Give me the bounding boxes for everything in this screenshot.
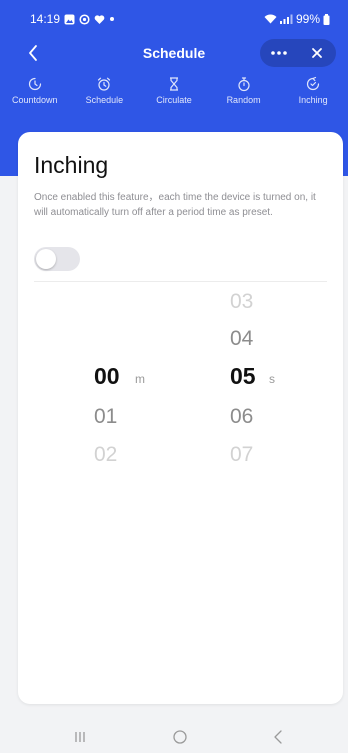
seconds-unit: s <box>269 372 275 386</box>
card-title: Inching <box>34 152 109 178</box>
more-dots-icon <box>271 51 287 55</box>
second-option-selected[interactable]: 05 <box>230 363 256 390</box>
card-description: Once enabled this feature，each time the … <box>34 192 316 218</box>
tab-inching[interactable]: Inching <box>278 76 348 116</box>
tab-inching-label: Inching <box>298 95 328 105</box>
title-bar: Schedule <box>0 38 348 68</box>
second-option[interactable]: 07 <box>230 443 253 467</box>
close-icon <box>312 48 322 58</box>
stopwatch-icon <box>237 77 250 92</box>
minute-option[interactable]: 01 <box>94 405 117 429</box>
home-button[interactable] <box>168 728 192 746</box>
minutes-picker[interactable]: 00 m 01 02 <box>94 357 164 477</box>
toggle-knob <box>36 249 56 269</box>
mode-tabs: Countdown Schedule Circulate Random Inch… <box>0 76 348 116</box>
minute-option[interactable]: 02 <box>94 443 117 467</box>
tab-schedule[interactable]: Schedule <box>70 76 140 116</box>
tab-countdown[interactable]: Countdown <box>0 76 70 116</box>
status-left: 14:19 <box>30 12 115 26</box>
tab-countdown-label: Countdown <box>12 95 58 105</box>
alarm-clock-icon <box>98 77 111 91</box>
minute-option-selected[interactable]: 00 <box>94 363 120 390</box>
divider <box>34 281 327 282</box>
tab-circulate[interactable]: Circulate <box>139 76 209 116</box>
signal-icon <box>279 14 293 24</box>
close-button[interactable] <box>298 39 336 67</box>
recent-apps-button[interactable] <box>68 728 92 746</box>
recent-apps-icon <box>75 732 85 742</box>
seconds-picker[interactable]: 03 04 05 s 06 07 <box>230 284 300 484</box>
status-time: 14:19 <box>30 12 61 26</box>
wifi-icon <box>264 14 277 24</box>
back-arrow-icon <box>274 730 282 744</box>
inching-icon <box>307 76 320 91</box>
system-back-button[interactable] <box>266 728 290 746</box>
status-bar: 14:19 99% <box>0 0 348 32</box>
mini-program-capsule <box>260 39 336 67</box>
second-option[interactable]: 06 <box>230 405 253 429</box>
tab-random[interactable]: Random <box>209 76 279 116</box>
battery-level: 99% <box>295 12 320 26</box>
heart-notification-icon <box>94 14 105 24</box>
dot-notification-icon <box>110 17 115 21</box>
minutes-unit: m <box>135 372 145 386</box>
sync-notification-icon <box>79 13 90 25</box>
second-option[interactable]: 04 <box>230 327 253 351</box>
tab-circulate-label: Circulate <box>156 95 192 105</box>
more-button[interactable] <box>260 39 298 67</box>
home-icon <box>173 730 187 744</box>
battery-icon <box>323 13 330 25</box>
system-nav-bar <box>0 718 348 753</box>
inching-card: Inching Once enabled this feature，each t… <box>18 132 343 704</box>
tab-schedule-label: Schedule <box>85 95 124 105</box>
inching-toggle[interactable] <box>34 247 80 271</box>
second-option[interactable]: 03 <box>230 290 253 314</box>
hourglass-icon <box>169 77 178 91</box>
tab-random-label: Random <box>226 95 261 105</box>
status-right: 99% <box>264 12 330 26</box>
gallery-notification-icon <box>64 14 75 24</box>
countdown-icon <box>28 77 41 91</box>
